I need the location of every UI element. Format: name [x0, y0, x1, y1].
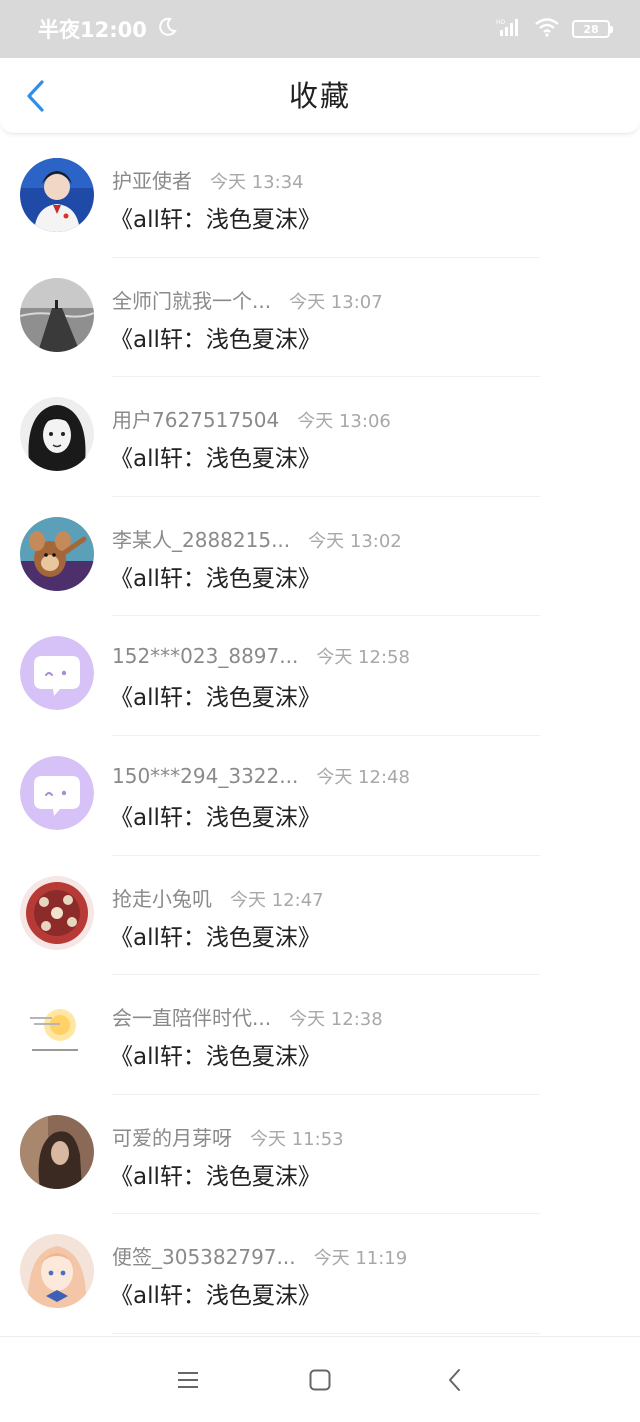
timestamp: 今天 11:53 — [250, 1128, 344, 1150]
item-head: 152***023_8897... 今天 12:58 — [112, 643, 410, 669]
moon-icon — [157, 17, 177, 42]
username[interactable]: 便签_305382797... — [112, 1241, 296, 1270]
list-item[interactable]: 便签_305382797... 今天 11:19 《all轩：浅色夏沫》 — [0, 1214, 640, 1334]
page-title: 收藏 — [288, 79, 351, 113]
story-title[interactable]: 《all轩：浅色夏沫》 — [110, 1276, 321, 1310]
status-left: 半夜12:00 — [38, 14, 177, 44]
avatar — [20, 158, 94, 232]
timestamp: 今天 13:02 — [308, 530, 402, 552]
status-bar: 半夜12:00 HD 28 — [0, 0, 640, 58]
username[interactable]: 150***294_3322... — [112, 764, 298, 788]
item-head: 便签_305382797... 今天 11:19 — [112, 1241, 407, 1270]
timestamp: 今天 12:58 — [316, 647, 410, 669]
story-title[interactable]: 《all轩：浅色夏沫》 — [110, 200, 321, 234]
divider — [112, 1332, 540, 1334]
signal-icon: HD — [496, 17, 522, 41]
favorites-list: 护亚使者 今天 13:34 《all轩：浅色夏沫》 全师门就我一个... 今天 … — [0, 138, 640, 1334]
avatar — [20, 995, 94, 1070]
item-head: 会一直陪伴时代... 今天 12:38 — [112, 1002, 383, 1031]
story-title[interactable]: 《all轩：浅色夏沫》 — [110, 320, 321, 354]
timestamp: 今天 12:48 — [316, 766, 410, 788]
username[interactable]: 李某人_2888215... — [112, 524, 290, 553]
avatar — [20, 875, 94, 950]
list-item[interactable]: 150***294_3322... 今天 12:48 《all轩：浅色夏沫》 — [0, 736, 640, 856]
username[interactable]: 全师门就我一个... — [112, 285, 271, 314]
timestamp: 今天 13:06 — [297, 411, 391, 433]
avatar — [20, 1114, 94, 1189]
story-title[interactable]: 《all轩：浅色夏沫》 — [110, 918, 321, 952]
wifi-icon — [534, 17, 560, 41]
username[interactable]: 抢走小兔叽 — [112, 883, 212, 912]
battery-indicator: 28 — [572, 20, 613, 38]
menu-button[interactable] — [173, 1365, 203, 1395]
avatar — [20, 755, 94, 830]
list-item[interactable]: 全师门就我一个... 今天 13:07 《all轩：浅色夏沫》 — [0, 258, 640, 378]
username[interactable]: 152***023_8897... — [112, 644, 298, 668]
menu-icon — [178, 1372, 198, 1388]
timestamp: 今天 13:34 — [210, 172, 304, 193]
timestamp: 今天 13:07 — [289, 291, 383, 313]
svg-text:HD: HD — [496, 19, 506, 26]
username[interactable]: 可爱的月芽呀 — [112, 1122, 232, 1151]
home-icon — [309, 1369, 331, 1391]
item-head: 护亚使者 今天 13:34 — [112, 165, 304, 194]
story-title[interactable]: 《all轩：浅色夏沫》 — [110, 559, 321, 593]
avatar — [20, 1234, 94, 1309]
nav-bar: 收藏 — [0, 58, 640, 134]
item-head: 李某人_2888215... 今天 13:02 — [112, 524, 402, 553]
item-head: 全师门就我一个... 今天 13:07 — [112, 285, 383, 314]
avatar — [20, 277, 94, 352]
list-item[interactable]: 152***023_8897... 今天 12:58 《all轩：浅色夏沫》 — [0, 616, 640, 736]
item-head: 可爱的月芽呀 今天 11:53 — [112, 1122, 344, 1151]
story-title[interactable]: 《all轩：浅色夏沫》 — [110, 1037, 321, 1071]
username[interactable]: 会一直陪伴时代... — [112, 1002, 271, 1031]
system-back-button[interactable] — [440, 1365, 470, 1395]
timestamp: 今天 12:38 — [289, 1009, 383, 1031]
timestamp: 今天 11:19 — [313, 1248, 408, 1270]
list-item[interactable]: 抢走小兔叽 今天 12:47 《all轩：浅色夏沫》 — [0, 856, 640, 976]
list-item[interactable]: 会一直陪伴时代... 今天 12:38 《all轩：浅色夏沫》 — [0, 975, 640, 1095]
list-item[interactable]: 李某人_2888215... 今天 13:02 《all轩：浅色夏沫》 — [0, 497, 640, 617]
story-title[interactable]: 《all轩：浅色夏沫》 — [110, 678, 321, 712]
item-head: 150***294_3322... 今天 12:48 — [112, 763, 410, 789]
story-title[interactable]: 《all轩：浅色夏沫》 — [110, 798, 321, 832]
username[interactable]: 用户7627517504 — [112, 404, 279, 433]
item-head: 用户7627517504 今天 13:06 — [112, 404, 391, 433]
story-title[interactable]: 《all轩：浅色夏沫》 — [110, 1157, 321, 1191]
timestamp: 今天 12:47 — [230, 889, 324, 911]
username[interactable]: 护亚使者 — [112, 165, 192, 194]
system-nav-bar — [0, 1336, 640, 1422]
avatar — [20, 516, 94, 591]
story-title[interactable]: 《all轩：浅色夏沫》 — [110, 439, 321, 473]
list-item[interactable]: 可爱的月芽呀 今天 11:53 《all轩：浅色夏沫》 — [0, 1095, 640, 1215]
list-item[interactable]: 护亚使者 今天 13:34 《all轩：浅色夏沫》 — [0, 138, 640, 258]
item-head: 抢走小兔叽 今天 12:47 — [112, 883, 324, 912]
status-time: 半夜12:00 — [38, 18, 147, 42]
avatar — [20, 397, 94, 472]
home-button[interactable] — [305, 1365, 335, 1395]
avatar — [20, 636, 94, 711]
list-item[interactable]: 用户7627517504 今天 13:06 《all轩：浅色夏沫》 — [0, 377, 640, 497]
status-right: HD 28 — [496, 17, 613, 41]
back-nav-icon — [449, 1369, 460, 1391]
